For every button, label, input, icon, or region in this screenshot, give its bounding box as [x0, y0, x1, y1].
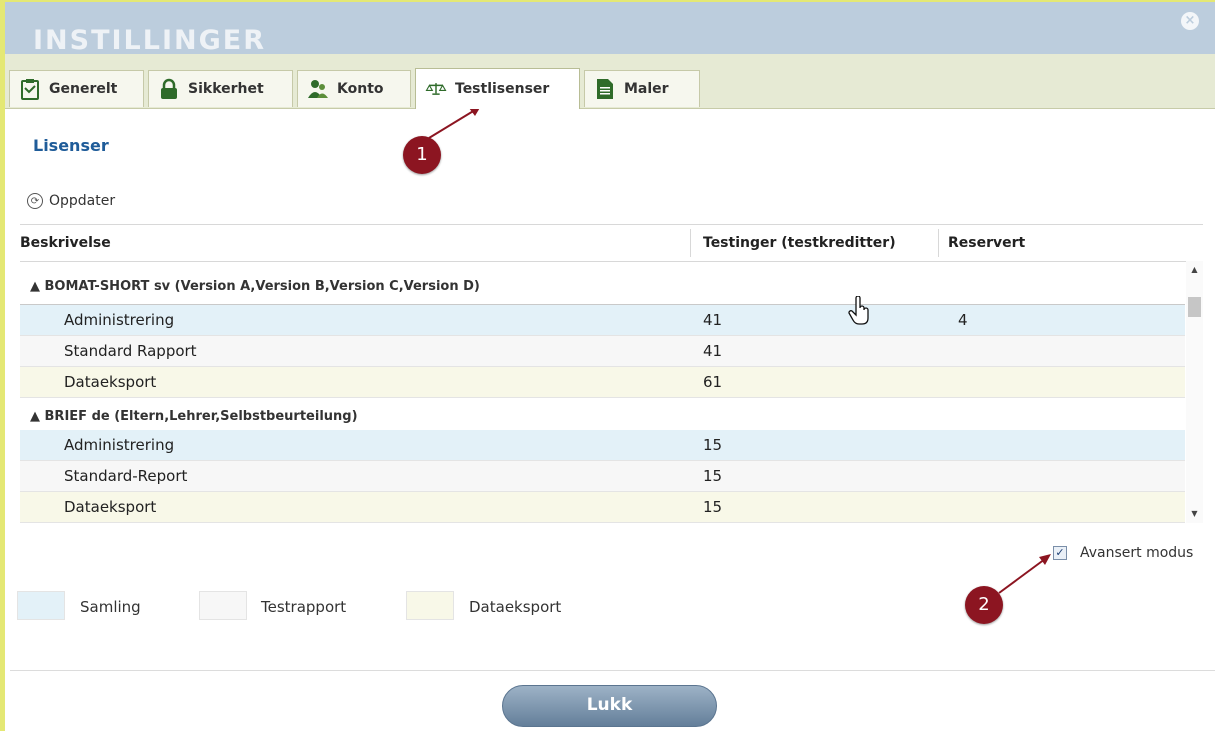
- advanced-mode-toggle[interactable]: ✓ Avansert modus: [1053, 545, 1193, 561]
- legend-label-testrapport: Testrapport: [261, 598, 347, 616]
- refresh-label: Oppdater: [49, 193, 116, 209]
- cell-tests: 15: [703, 467, 723, 485]
- advanced-mode-label: Avansert modus: [1080, 545, 1194, 561]
- annotation-arrow-2: [998, 554, 1051, 594]
- legend-label-samling: Samling: [80, 598, 141, 616]
- legend-label-dataeksport: Dataeksport: [469, 598, 562, 616]
- clipboard-icon: [19, 78, 41, 100]
- title-bar: INSTILLINGER ×: [5, 2, 1215, 56]
- tab-testlisenser[interactable]: Testlisenser: [415, 68, 580, 109]
- tab-label: Konto: [337, 81, 384, 97]
- advanced-mode-checkbox[interactable]: ✓: [1053, 546, 1067, 560]
- legend-swatch-samling: [17, 591, 65, 620]
- tab-label: Generelt: [49, 81, 118, 97]
- scroll-up-icon[interactable]: ▲: [1186, 263, 1203, 277]
- scroll-down-icon[interactable]: ▼: [1186, 507, 1203, 521]
- cell-tests: 61: [703, 373, 723, 391]
- tab-label: Testlisenser: [455, 81, 550, 97]
- license-grid: ▲ BOMAT-SHORT sv (Version A,Version B,Ve…: [20, 261, 1185, 523]
- cell-tests: 15: [703, 498, 723, 516]
- cell-reserved: 4: [958, 311, 968, 329]
- close-button[interactable]: Lukk: [502, 685, 717, 727]
- scale-icon: [425, 78, 447, 100]
- cell-description: Standard Rapport: [64, 342, 197, 360]
- tab-strip: Generelt Sikkerhet Konto Testlisenser Ma…: [5, 54, 1215, 109]
- section-heading: Lisenser: [33, 136, 109, 155]
- table-row[interactable]: Administrering 15: [20, 430, 1185, 461]
- users-icon: [307, 78, 329, 100]
- column-divider: [690, 229, 691, 257]
- cell-tests: 41: [703, 311, 723, 329]
- scroll-thumb[interactable]: [1188, 297, 1201, 317]
- hand-cursor-icon: [848, 296, 869, 325]
- table-row[interactable]: Dataeksport 15: [20, 492, 1185, 523]
- cell-description: Dataeksport: [64, 498, 157, 516]
- column-header-description[interactable]: Beskrivelse: [20, 225, 111, 261]
- cell-description: Standard-Report: [64, 467, 188, 485]
- table-row[interactable]: Standard Rapport 41: [20, 336, 1185, 367]
- tab-maler[interactable]: Maler: [584, 70, 700, 107]
- annotation-badge-1: 1: [403, 136, 441, 174]
- close-icon[interactable]: ×: [1181, 12, 1199, 30]
- cell-tests: 41: [703, 342, 723, 360]
- cell-description: Dataeksport: [64, 373, 157, 391]
- lock-icon: [158, 78, 180, 100]
- table-header: Beskrivelse Testinger (testkreditter) Re…: [20, 224, 1203, 262]
- dialog-title: INSTILLINGER: [33, 25, 266, 56]
- annotation-badge-2: 2: [965, 586, 1003, 624]
- column-header-tests[interactable]: Testinger (testkreditter): [703, 225, 896, 261]
- cell-description: Administrering: [64, 311, 175, 329]
- legend-swatch-testrapport: [199, 591, 247, 620]
- tab-generelt[interactable]: Generelt: [9, 70, 144, 107]
- column-divider: [938, 229, 939, 257]
- table-row[interactable]: Administrering 41 4: [20, 305, 1185, 336]
- tab-label: Sikkerhet: [188, 81, 264, 97]
- column-header-reserved[interactable]: Reservert: [948, 225, 1025, 261]
- tab-label: Maler: [624, 81, 669, 97]
- tab-sikkerhet[interactable]: Sikkerhet: [148, 70, 293, 107]
- tab-konto[interactable]: Konto: [297, 70, 411, 107]
- table-row[interactable]: Dataeksport 61: [20, 367, 1185, 398]
- group-header[interactable]: ▲ BOMAT-SHORT sv (Version A,Version B,Ve…: [20, 268, 1185, 305]
- footer-divider: [10, 670, 1215, 671]
- document-icon: [594, 78, 616, 100]
- legend-swatch-dataeksport: [406, 591, 454, 620]
- table-row[interactable]: Standard-Report 15: [20, 461, 1185, 492]
- vertical-scrollbar[interactable]: ▲ ▼: [1186, 261, 1203, 523]
- cell-description: Administrering: [64, 436, 175, 454]
- refresh-button[interactable]: ⟳ Oppdater: [27, 193, 115, 209]
- settings-dialog: INSTILLINGER × Generelt Sikkerhet Konto: [0, 0, 1215, 731]
- cell-tests: 15: [703, 436, 723, 454]
- refresh-icon: ⟳: [27, 193, 43, 209]
